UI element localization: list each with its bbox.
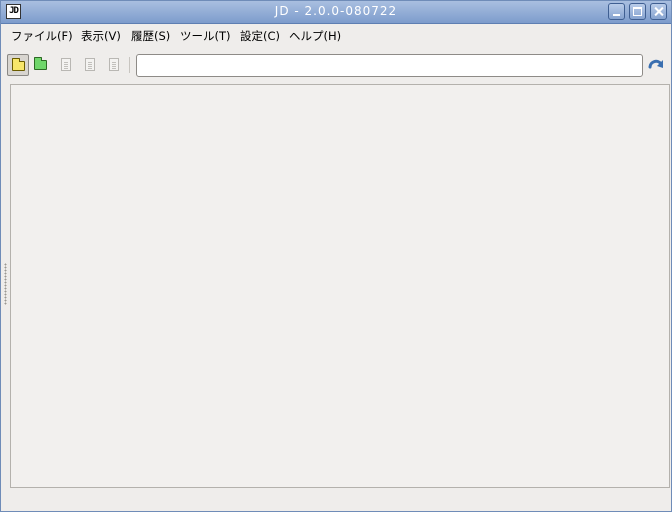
document-icon — [85, 58, 95, 71]
menu-file[interactable]: ファイル(F) — [11, 28, 73, 44]
open-favorites-button[interactable] — [30, 54, 52, 76]
board-view-button[interactable] — [55, 54, 77, 76]
maximize-button[interactable] — [629, 3, 646, 20]
reload-icon — [648, 59, 663, 69]
menu-bar: ファイル(F) 表示(V) 履歴(S) ツール(T) 設定(C) ヘルプ(H) — [1, 24, 671, 46]
app-window: JD JD - 2.0.0-080722 ファイル(F) 表示(V) 履歴(S)… — [0, 0, 672, 512]
reload-button[interactable] — [647, 57, 665, 75]
menu-view[interactable]: 表示(V) — [81, 28, 121, 44]
pane-resize-handle[interactable] — [4, 263, 7, 305]
folder-new-icon — [34, 57, 47, 70]
toolbar — [1, 47, 671, 81]
document-image-icon — [109, 58, 119, 71]
thread-view-button[interactable] — [79, 54, 101, 76]
folder-open-icon — [12, 58, 25, 71]
open-board-button[interactable] — [7, 54, 29, 76]
window-title: JD - 2.0.0-080722 — [274, 4, 398, 18]
menu-settings[interactable]: 設定(C) — [240, 28, 280, 44]
minimize-button[interactable] — [608, 3, 625, 20]
image-view-button[interactable] — [103, 54, 125, 76]
document-icon — [61, 58, 71, 71]
close-button[interactable] — [650, 3, 667, 20]
toolbar-separator — [129, 57, 130, 73]
status-bar — [1, 491, 671, 511]
title-bar[interactable]: JD JD - 2.0.0-080722 — [1, 1, 671, 24]
menu-tools[interactable]: ツール(T) — [180, 28, 231, 44]
menu-history[interactable]: 履歴(S) — [131, 28, 170, 44]
menu-help[interactable]: ヘルプ(H) — [289, 28, 341, 44]
main-content-pane[interactable] — [10, 84, 670, 488]
url-input[interactable] — [136, 54, 643, 77]
